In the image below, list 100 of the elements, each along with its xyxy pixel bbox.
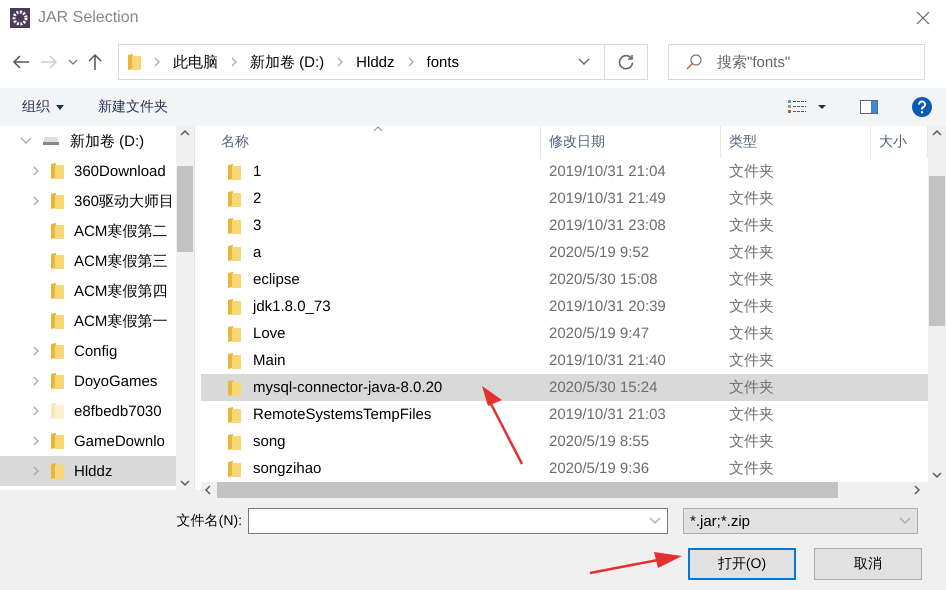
- chevron-right-icon[interactable]: [32, 166, 40, 176]
- breadcrumb[interactable]: 此电脑: [173, 52, 218, 72]
- tree-item[interactable]: 360驱动大师目: [0, 186, 176, 216]
- scroll-up-icon[interactable]: [180, 130, 190, 136]
- breadcrumb[interactable]: fonts: [426, 54, 460, 70]
- breadcrumb[interactable]: 新加卷 (D:): [250, 52, 324, 72]
- scrollbar-thumb[interactable]: [177, 166, 193, 252]
- caret-icon: [56, 104, 64, 110]
- refresh-icon[interactable]: [618, 54, 634, 70]
- chevron-down-icon[interactable]: [649, 517, 661, 525]
- tree-item[interactable]: Config: [0, 336, 176, 366]
- modified-date: 2020/5/19 9:47: [548, 325, 650, 342]
- help-icon[interactable]: [912, 97, 932, 117]
- file-row[interactable]: songzihao 2020/5/19 9:36 文件夹: [201, 455, 928, 482]
- chevron-right-icon[interactable]: [336, 57, 344, 67]
- modified-date: 2019/10/31 20:39: [548, 298, 667, 315]
- file-row[interactable]: mysql-connector-java-8.0.20 2020/5/30 15:24 文件夹: [201, 374, 928, 401]
- file-row[interactable]: Love 2020/5/19 9:47 文件夹: [201, 320, 928, 347]
- chevron-down-icon[interactable]: [20, 137, 32, 145]
- chevron-right-icon[interactable]: [230, 57, 238, 67]
- chevron-right-icon[interactable]: [406, 57, 415, 67]
- file-row[interactable]: Main 2019/10/31 21:40 文件夹: [201, 347, 928, 374]
- open-button[interactable]: 打开(O): [688, 548, 796, 580]
- file-type: 文件夹: [728, 324, 775, 343]
- file-name: RemoteSystemsTempFiles: [253, 406, 432, 423]
- file-row[interactable]: RemoteSystemsTempFiles 2019/10/31 21:03 文件夹: [201, 401, 928, 428]
- chevron-right-icon[interactable]: [32, 376, 40, 386]
- file-row[interactable]: jdk1.8.0_73 2019/10/31 20:39 文件夹: [201, 293, 928, 320]
- chevron-right-icon[interactable]: [153, 57, 161, 67]
- file-row[interactable]: 1 2019/10/31 21:04 文件夹: [201, 158, 928, 185]
- breadcrumb[interactable]: Hlddz: [356, 54, 395, 70]
- scrollbar[interactable]: [176, 126, 194, 490]
- scroll-down-icon[interactable]: [180, 480, 190, 486]
- file-row[interactable]: 3 2019/10/31 23:08 文件夹: [201, 212, 928, 239]
- file-name: 1: [253, 163, 262, 180]
- file-row[interactable]: a 2020/5/19 9:52 文件夹: [201, 239, 928, 266]
- up-arrow-icon[interactable]: [88, 53, 102, 71]
- chevron-right-icon[interactable]: [32, 436, 40, 446]
- folder-icon: [227, 162, 241, 180]
- folder-icon: [50, 462, 64, 480]
- organize-menu-button[interactable]: 组织: [22, 98, 64, 116]
- view-options-icon[interactable]: [788, 100, 826, 114]
- tree-item[interactable]: e8fbedb7030: [0, 396, 176, 426]
- tree-item[interactable]: ACM寒假第二: [0, 216, 176, 246]
- address-bar[interactable]: 此电脑 新加卷 (D:) Hlddz fonts: [118, 44, 648, 80]
- folder-icon: [227, 378, 241, 396]
- folder-icon: [227, 190, 241, 208]
- tree-item[interactable]: DoyoGames: [0, 366, 176, 396]
- forward-arrow-icon[interactable]: [40, 55, 58, 69]
- column-header[interactable]: 名称: [201, 126, 541, 158]
- scrollbar-thumb[interactable]: [217, 482, 838, 498]
- scrollbar-thumb[interactable]: [929, 176, 945, 326]
- modified-date: 2019/10/31 23:08: [548, 217, 667, 234]
- search-field[interactable]: 搜索"fonts": [668, 44, 925, 80]
- column-header[interactable]: 类型: [721, 126, 871, 158]
- recent-dropdown-icon[interactable]: [68, 59, 78, 65]
- scroll-up-icon[interactable]: [932, 130, 942, 136]
- chevron-right-icon[interactable]: [32, 196, 40, 206]
- chevron-down-icon[interactable]: [578, 58, 590, 66]
- tree-item[interactable]: 360Download: [0, 156, 176, 186]
- file-name: a: [253, 244, 262, 261]
- file-name: mysql-connector-java-8.0.20: [253, 379, 442, 396]
- scroll-right-icon[interactable]: [914, 485, 920, 495]
- column-header[interactable]: 修改日期: [541, 126, 721, 158]
- scrollbar[interactable]: [928, 126, 946, 482]
- folder-icon: [50, 222, 64, 240]
- file-type: 文件夹: [728, 270, 775, 289]
- tree-item[interactable]: ACM寒假第一: [0, 306, 176, 336]
- horizontal-scrollbar[interactable]: [201, 482, 946, 498]
- file-name: songzihao: [253, 460, 322, 477]
- folder-icon: [50, 432, 64, 450]
- folder-icon: [227, 270, 241, 288]
- tree-item[interactable]: 新加卷 (D:): [0, 126, 176, 156]
- folder-icon: [227, 352, 241, 370]
- tree-item[interactable]: ACM寒假第四: [0, 276, 176, 306]
- chevron-right-icon[interactable]: [32, 466, 40, 476]
- tree-item[interactable]: GameDownlo: [0, 426, 176, 456]
- file-row[interactable]: song 2020/5/19 8:55 文件夹: [201, 428, 928, 455]
- file-type-dropdown[interactable]: *.jar;*.zip: [683, 508, 918, 534]
- scroll-down-icon[interactable]: [932, 472, 942, 478]
- folder-icon: [50, 252, 64, 270]
- tree-item[interactable]: Hlddz: [0, 456, 176, 486]
- preview-pane-icon[interactable]: [860, 100, 878, 114]
- cancel-button[interactable]: 取消: [814, 548, 922, 580]
- file-name-field[interactable]: [248, 508, 668, 534]
- file-row[interactable]: eclipse 2020/5/30 15:08 文件夹: [201, 266, 928, 293]
- chevron-right-icon[interactable]: [32, 406, 40, 416]
- folder-icon: [50, 192, 64, 210]
- chevron-right-icon[interactable]: [32, 346, 40, 356]
- file-type: 文件夹: [728, 297, 775, 316]
- new-folder-button[interactable]: 新建文件夹: [98, 98, 168, 116]
- scroll-left-icon[interactable]: [205, 485, 211, 495]
- tree-item-label: GameDownlo: [74, 432, 165, 450]
- folder-icon: [50, 342, 64, 360]
- file-type: 文件夹: [728, 189, 775, 208]
- file-row[interactable]: 2 2019/10/31 21:49 文件夹: [201, 185, 928, 212]
- close-icon[interactable]: [916, 11, 930, 25]
- back-arrow-icon[interactable]: [12, 55, 30, 69]
- tree-item-label: 新加卷 (D:): [70, 132, 144, 150]
- tree-item[interactable]: ACM寒假第三: [0, 246, 176, 276]
